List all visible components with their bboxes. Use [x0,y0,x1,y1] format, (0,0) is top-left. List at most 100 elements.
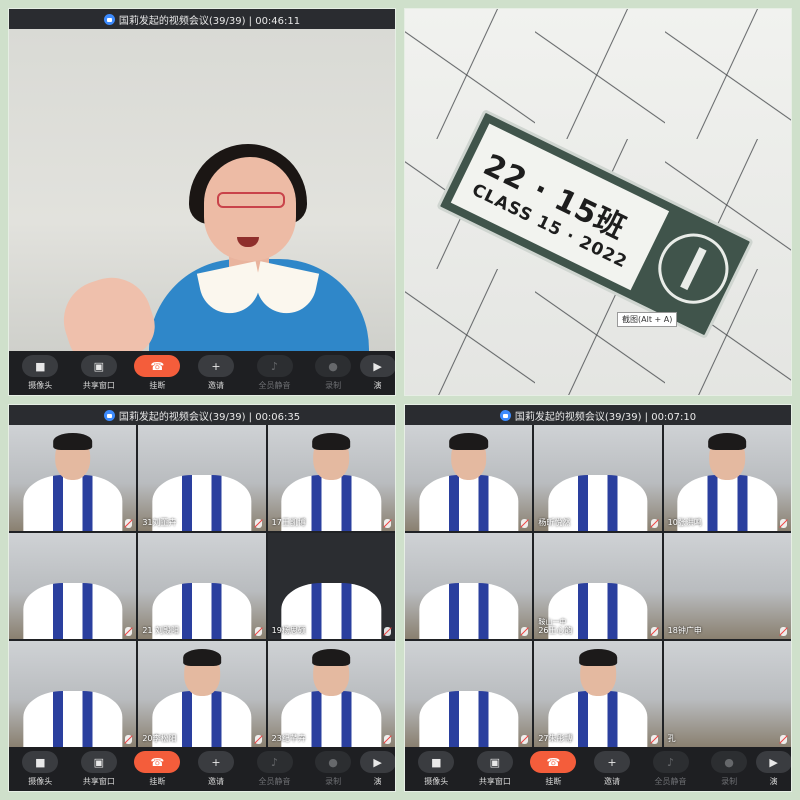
present-label: 演 [373,381,382,390]
mic-muted-icon [384,519,391,528]
hangup-button[interactable]: ☎ 挂断 [128,751,186,787]
mute-all-button[interactable]: ♪ 全员静音 [246,751,304,787]
meeting-title-bar: 国莉发起的视频会议(39/39) | 00:06:35 [9,405,395,425]
glasses [217,192,285,208]
camera-label: 摄像头 [424,777,449,786]
record-button[interactable]: ● 录制 [304,751,362,787]
mic-muted-icon [521,519,529,528]
mic-muted-icon [125,735,133,744]
meeting-title-bar: 国莉发起的视频会议(39/39) | 00:07:10 [405,405,791,425]
waving-hand [53,267,163,351]
invite-button[interactable]: + 邀请 [187,751,245,787]
mic-muted-icon [521,627,529,636]
participant-tile[interactable]: 27朱彤博 [534,641,662,747]
meeting-window-gallery-2: 国莉发起的视频会议(39/39) | 00:07:10 杨昕悦然 10张洪鸣 鞍… [404,404,792,792]
participant-tile[interactable] [9,425,137,531]
participant-tile[interactable] [405,425,533,531]
student-uniform [419,691,519,747]
mic-muted-icon [384,627,391,636]
participant-name: 31刘董卉 [142,518,177,527]
record-button[interactable]: ● 录制 [304,355,362,391]
video-camera-icon: ■ [418,751,455,773]
mic-muted-icon [650,519,658,528]
participant-tile[interactable]: 18钟广申 [663,533,791,639]
student-face [312,432,351,481]
participant-tile[interactable]: 31刘董卉 [138,425,266,531]
mic-muted-icon [384,735,391,744]
meeting-title: 国莉发起的视频会议(39/39) | 00:07:10 [514,411,697,423]
participant-tile[interactable]: 鞍山一中 26王心韵 [534,533,662,639]
mute-all-label: 全员静音 [258,777,291,786]
share-window-button[interactable]: ▣ 共享窗口 [70,751,128,787]
participant-name: 17王凯博 [271,518,306,527]
participant-tile[interactable] [405,533,533,639]
participant-tile[interactable]: 杨昕悦然 [534,425,662,531]
invite-label: 邀请 [603,777,620,786]
meeting-toolbar: ■ 摄像头 ▣ 共享窗口 ☎ 挂断 + 邀请 ♪ 全员静音 ● 录制 ▶ 演 [405,747,791,791]
record-icon: ● [315,751,352,773]
mic-muted-icon [780,627,787,636]
present-button[interactable]: ▶ 演 [755,751,791,787]
meeting-window-gallery-1: 国莉发起的视频会议(39/39) | 00:06:35 31刘董卉 17王凯博 … [8,404,396,792]
camera-label: 摄像头 [28,777,53,786]
participant-tile[interactable]: 19杨思硕 [267,533,395,639]
camera-button[interactable]: ■ 摄像头 [407,751,465,787]
mute-all-label: 全员静音 [654,777,687,786]
mute-all-button[interactable]: ♪ 全员静音 [246,355,304,391]
mic-muted-icon [254,519,262,528]
share-window-button[interactable]: ▣ 共享窗口 [466,751,524,787]
lock-icon [103,409,115,421]
present-label: 演 [373,777,382,786]
add-user-icon: + [197,355,234,377]
hangup-button[interactable]: ☎ 挂断 [524,751,582,787]
participant-tile[interactable] [405,641,533,747]
record-icon: ● [711,751,748,773]
camera-button[interactable]: ■ 摄像头 [11,751,69,787]
participant-grid: 杨昕悦然 10张洪鸣 鞍山一中 26王心韵 18钟广申 27朱彤博 孔 [405,425,791,747]
present-button[interactable]: ▶ 演 [359,751,395,787]
participant-tile[interactable]: 17王凯博 [267,425,395,531]
participant-tile[interactable]: 孔 [663,641,791,747]
record-label: 录制 [325,381,342,390]
mic-muted-icon [125,627,133,636]
meeting-toolbar: ■ 摄像头 ▣ 共享窗口 ☎ 挂断 + 邀请 ♪ 全员静音 ● 录制 ▶ 演 [9,747,395,791]
invite-button[interactable]: + 邀请 [187,355,245,391]
participant-name: 21 刘殿阳 [142,626,180,635]
teacher-video[interactable] [9,29,395,351]
record-button[interactable]: ● 录制 [700,751,758,787]
mic-muted-icon [650,627,658,636]
student-face [708,432,747,481]
video-camera-icon: ■ [22,355,59,377]
hangup-button[interactable]: ☎ 挂断 [128,355,186,391]
video-camera-icon: ■ [22,751,59,773]
phone-hangup-icon: ☎ [134,355,181,377]
meeting-title-bar: 国莉发起的视频会议(39/39) | 00:46:11 [9,9,395,29]
present-icon: ▶ [359,751,395,773]
participant-name: 杨昕悦然 [538,518,571,527]
participant-tile[interactable]: 10张洪鸣 [663,425,791,531]
share-window-button[interactable]: ▣ 共享窗口 [70,355,128,391]
participant-tile[interactable]: 21 刘殿阳 [138,533,266,639]
meeting-window-teacher: 国莉发起的视频会议(39/39) | 00:46:11 ■ 摄像头 ▣ 共享窗口 ☎… [8,8,396,396]
share-label: 共享窗口 [478,777,511,786]
participant-tile[interactable] [9,533,137,639]
record-icon: ● [315,355,352,377]
participant-tile[interactable]: 23纪芊卉 [267,641,395,747]
participant-name: 10张洪鸣 [667,518,702,527]
present-button[interactable]: ▶ 演 [359,355,395,391]
invite-button[interactable]: + 邀请 [583,751,641,787]
screenshot-tooltip: 截图(Alt + A) [617,312,678,327]
present-icon: ▶ [359,355,395,377]
phone-hangup-icon: ☎ [530,751,577,773]
share-window-icon: ▣ [476,751,513,773]
camera-button[interactable]: ■ 摄像头 [11,355,69,391]
participant-tile[interactable] [9,641,137,747]
participant-tile[interactable]: 20李松阳 [138,641,266,747]
present-icon: ▶ [755,751,791,773]
mute-all-button[interactable]: ♪ 全员静音 [642,751,700,787]
student-face [53,432,92,481]
meeting-toolbar: ■ 摄像头 ▣ 共享窗口 ☎ 挂断 + 邀请 ♪ 全员静音 ● 录制 ▶ 演 [9,351,395,395]
mic-muted-icon [521,735,529,744]
mic-muted-icon [254,735,262,744]
meeting-title: 国莉发起的视频会议(39/39) | 00:46:11 [118,15,301,27]
